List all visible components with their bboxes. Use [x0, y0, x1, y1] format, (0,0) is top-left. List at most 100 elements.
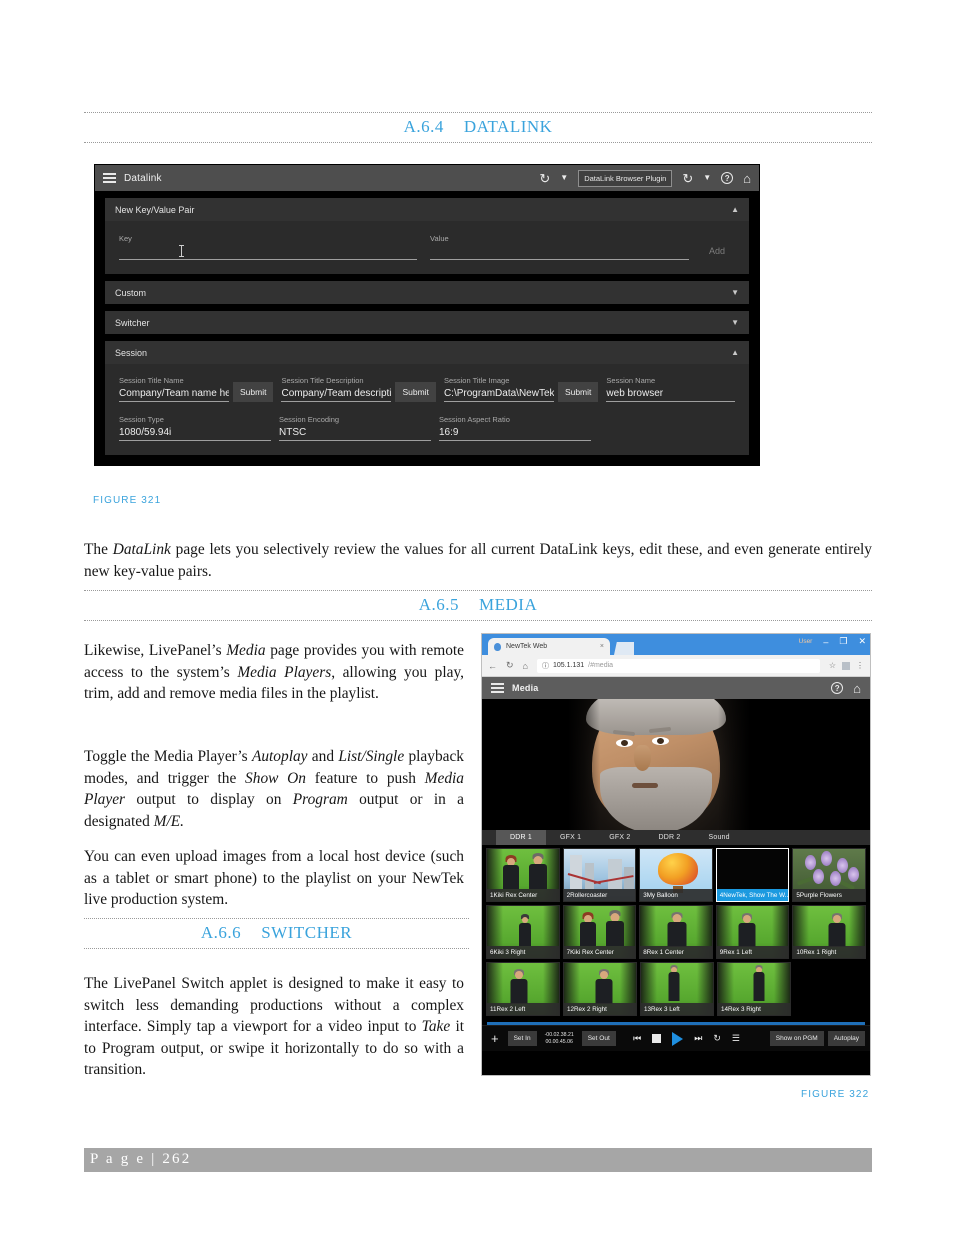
chevron-up-icon[interactable]: ▲	[731, 348, 739, 357]
playlist-item[interactable]: 9Rex 1 Left	[715, 905, 790, 959]
text-run: feature to push	[305, 769, 425, 787]
home-icon[interactable]: ⌂	[743, 172, 751, 185]
figure-caption-321: FIGURE 321	[93, 495, 162, 506]
session-title-name-field[interactable]: Session Title Name Company/Team name her	[119, 376, 229, 402]
browser-menu-icon[interactable]: ⋮	[856, 661, 864, 670]
chevron-down-icon[interactable]: ▼	[560, 174, 568, 182]
section-title: SWITCHER	[261, 923, 353, 942]
home-icon[interactable]: ⌂	[523, 661, 528, 671]
favicon-icon	[494, 642, 501, 651]
submit-button-title-description[interactable]: Submit	[395, 382, 436, 402]
panel-header-new-key-value-pair[interactable]: New Key/Value Pair ▲	[105, 198, 749, 221]
playlist-item[interactable]: 13Rex 3 Left	[640, 962, 714, 1016]
autoplay-button[interactable]: Autoplay	[827, 1031, 865, 1046]
browser-tab[interactable]: NewTek Web ×	[488, 638, 610, 655]
browser-toolbar-right: ☆ ⋮	[829, 661, 864, 670]
list-icon[interactable]: ☰	[732, 1033, 740, 1044]
playlist-item[interactable]: 5Purple Flowers	[792, 848, 866, 902]
show-on-pgm-button[interactable]: Show on PGM	[769, 1031, 824, 1046]
chevron-down-icon[interactable]: ▼	[731, 288, 739, 297]
field-value: NTSC	[279, 427, 431, 441]
datalink-toolbar: ↻ ▼ DataLink Browser Plugin ↻ ▼ ? ⌂	[539, 169, 751, 187]
close-button[interactable]: ✕	[858, 636, 866, 647]
playlist-item[interactable]: 1Kiki Rex Center	[486, 848, 560, 902]
tab-ddr-1[interactable]: DDR 1	[496, 830, 547, 845]
session-encoding-field[interactable]: Session Encoding NTSC	[279, 415, 431, 441]
field-value: 16:9	[439, 427, 591, 441]
loop-icon[interactable]: ↻	[713, 1033, 721, 1044]
chevron-down-icon-2[interactable]: ▼	[703, 174, 711, 182]
chevron-up-icon[interactable]: ▲	[731, 205, 739, 214]
hamburger-icon[interactable]	[491, 683, 504, 693]
back-icon[interactable]: ←	[488, 661, 497, 671]
session-fields-row-2: Session Type 1080/59.94i Session Encodin…	[119, 415, 735, 441]
hamburger-icon[interactable]	[103, 173, 116, 183]
add-button[interactable]: Add	[698, 242, 735, 260]
playlist-item[interactable]: 7Kiki Rex Center	[562, 905, 637, 959]
panel-header-custom[interactable]: Custom ▼	[105, 281, 749, 304]
stop-icon[interactable]	[652, 1034, 662, 1043]
session-type-field[interactable]: Session Type 1080/59.94i	[119, 415, 271, 441]
add-media-button[interactable]: +	[487, 1031, 503, 1046]
help-icon[interactable]: ?	[831, 682, 844, 694]
refresh-icon[interactable]: ↻	[539, 172, 550, 185]
close-icon[interactable]: ×	[600, 643, 604, 650]
playlist-item[interactable]: 2Rollercoaster	[562, 848, 637, 902]
set-in-button[interactable]: Set In	[507, 1031, 537, 1046]
field-value: C:\ProgramData\NewTek\	[443, 388, 554, 402]
session-name-field[interactable]: Session Name web browser	[606, 376, 735, 402]
field-value: Company/Team name her	[119, 388, 229, 402]
submit-button-title-image[interactable]: Submit	[557, 382, 599, 402]
playlist-item[interactable]: 3My Balloon	[639, 848, 713, 902]
address-bar[interactable]: ⓘ 105.1.131/#media	[536, 658, 820, 673]
user-label[interactable]: User	[799, 638, 813, 645]
key-field[interactable]: Key	[119, 234, 418, 260]
chevron-down-icon[interactable]: ▼	[731, 318, 739, 327]
playlist-item[interactable]: 10Rex 1 Right	[792, 905, 866, 959]
tab-ddr-2[interactable]: DDR 2	[644, 830, 694, 845]
tab-gfx-2[interactable]: GFX 2	[595, 830, 644, 845]
video-preview[interactable]	[482, 699, 870, 830]
previous-icon[interactable]: ⏮	[633, 1033, 641, 1044]
new-tab-button[interactable]	[614, 642, 634, 655]
set-out-button[interactable]: Set Out	[581, 1031, 616, 1046]
panel-header-session[interactable]: Session ▲	[105, 341, 749, 364]
panel-header-switcher[interactable]: Switcher ▼	[105, 311, 749, 334]
maximize-button[interactable]: ❐	[839, 636, 847, 647]
datalink-topbar: Datalink ↻ ▼ DataLink Browser Plugin ↻ ▼…	[95, 165, 759, 191]
section-title: MEDIA	[479, 595, 538, 614]
document-page: A.6.4 DATALINK Datalink ↻ ▼ DataLink Brow…	[0, 0, 954, 1235]
field-label: Session Type	[119, 415, 164, 424]
session-aspect-ratio-field[interactable]: Session Aspect Ratio 16:9	[439, 415, 591, 441]
refresh-icon-2[interactable]: ↻	[682, 172, 693, 185]
playlist-item-selected[interactable]: 4NewTek, Show The W...	[715, 848, 790, 902]
play-icon[interactable]	[672, 1031, 684, 1046]
playlist-item[interactable]: 12Rex 2 Right	[563, 962, 637, 1016]
help-icon[interactable]: ?	[721, 172, 734, 184]
session-title-image-field[interactable]: Session Title Image C:\ProgramData\NewTe…	[443, 376, 554, 402]
figure-datalink-screenshot: Datalink ↻ ▼ DataLink Browser Plugin ↻ ▼…	[94, 164, 760, 466]
value-field[interactable]: Value	[430, 234, 689, 260]
session-title-description-field[interactable]: Session Title Description Company/Team d…	[281, 376, 392, 402]
site-info-icon[interactable]: ⓘ	[542, 661, 549, 671]
value-field-value	[430, 246, 689, 260]
reload-icon[interactable]: ↻	[506, 660, 514, 671]
bookmark-star-icon[interactable]: ☆	[829, 661, 836, 670]
minimize-button[interactable]: –	[823, 637, 828, 647]
submit-button-title-name[interactable]: Submit	[233, 382, 274, 402]
field-label: Session Name	[606, 376, 656, 385]
playlist-item[interactable]: 11Rex 2 Left	[486, 962, 560, 1016]
panel-switcher: Switcher ▼	[105, 311, 749, 334]
playlist-item[interactable]: 8Rex 1 Center	[639, 905, 713, 959]
tab-sound[interactable]: Sound	[695, 830, 744, 845]
text-emphasis: Autoplay	[251, 748, 308, 766]
field-value: web browser	[606, 388, 735, 402]
playlist-item-caption: 5Purple Flowers	[793, 889, 865, 901]
playlist-item[interactable]: 14Rex 3 Right	[717, 962, 791, 1016]
playlist-item[interactable]: 6Kiki 3 Right	[486, 905, 560, 959]
home-icon[interactable]: ⌂	[853, 682, 861, 695]
tab-gfx-1[interactable]: GFX 1	[546, 830, 595, 845]
datalink-browser-plugin-button[interactable]: DataLink Browser Plugin	[578, 169, 673, 187]
extension-icon[interactable]	[842, 661, 850, 670]
next-icon[interactable]: ⏭	[694, 1033, 702, 1044]
